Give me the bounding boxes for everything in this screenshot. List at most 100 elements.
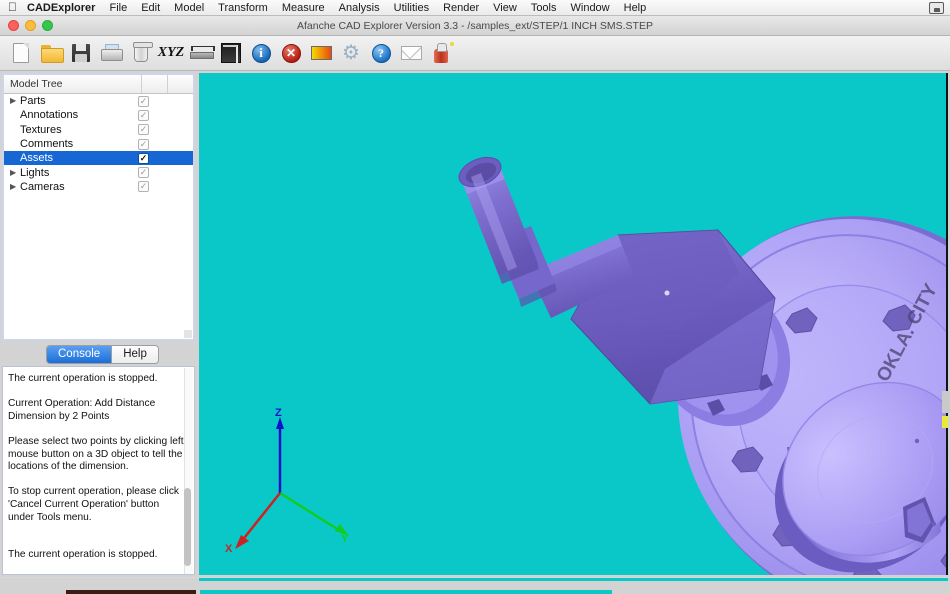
menu-item-help[interactable]: Help	[617, 0, 654, 16]
bottom-panel-tabs: Console Help	[46, 345, 159, 364]
open-folder-icon	[41, 45, 62, 61]
tree-item-label: Parts	[20, 95, 138, 107]
viewport-edge-highlight	[942, 416, 948, 428]
print-button[interactable]	[96, 38, 126, 68]
tree-item-cameras[interactable]: ▶ Cameras ✓	[4, 180, 193, 194]
menu-item-utilities[interactable]: Utilities	[387, 0, 436, 16]
main-content-area: Model Tree ▶ Parts ✓ Annotations ✓ Textu…	[0, 71, 950, 577]
tree-item-parts[interactable]: ▶ Parts ✓	[4, 94, 193, 108]
axis-label-y: Y	[341, 533, 349, 545]
console-output-text: The current operation is stopped. Curren…	[8, 373, 186, 575]
mail-button[interactable]	[396, 38, 426, 68]
axis-label-x: X	[225, 543, 233, 555]
tree-item-checkbox[interactable]: ✓	[138, 96, 149, 107]
menu-item-analysis[interactable]: Analysis	[332, 0, 387, 16]
console-scrollbar-track[interactable]	[184, 368, 193, 575]
3d-model-render[interactable]: OKLA. CITY INC.	[199, 73, 948, 575]
main-toolbar: XYZ i ✕ ⚙ ?	[0, 36, 950, 71]
tab-help[interactable]: Help	[111, 346, 158, 363]
menu-item-transform[interactable]: Transform	[211, 0, 275, 16]
tree-item-textures[interactable]: Textures ✓	[4, 123, 193, 137]
lighting-button[interactable]	[426, 38, 456, 68]
tree-item-label: Cameras	[20, 181, 138, 193]
tree-item-checkbox[interactable]: ✓	[138, 167, 149, 178]
model-tree-header-label: Model Tree	[4, 78, 141, 90]
apple-icon[interactable]: 	[8, 1, 17, 13]
envelope-icon	[401, 46, 422, 60]
panel-resize-handle[interactable]	[184, 330, 192, 338]
delete-button[interactable]	[126, 38, 156, 68]
save-button[interactable]	[66, 38, 96, 68]
background-color-button[interactable]	[306, 38, 336, 68]
menu-item-view[interactable]: View	[486, 0, 524, 16]
dimension-button[interactable]	[186, 38, 216, 68]
screen-share-icon[interactable]	[929, 2, 944, 14]
console-scrollbar-thumb[interactable]	[184, 488, 191, 566]
info-icon: i	[252, 44, 271, 63]
cancel-operation-button[interactable]: ✕	[276, 38, 306, 68]
left-side-panel: Model Tree ▶ Parts ✓ Annotations ✓ Textu…	[0, 71, 197, 577]
menu-item-render[interactable]: Render	[436, 0, 486, 16]
new-document-button[interactable]	[6, 38, 36, 68]
model-tree-header: Model Tree	[4, 75, 193, 94]
tree-item-label: Annotations	[20, 109, 138, 121]
xyz-icon: XYZ	[158, 45, 184, 61]
axis-gizmo: Z Y X	[225, 407, 349, 555]
menu-item-edit[interactable]: Edit	[134, 0, 167, 16]
settings-button[interactable]: ⚙	[336, 38, 366, 68]
tree-item-comments[interactable]: Comments ✓	[4, 137, 193, 151]
viewport-bottom-edge	[199, 578, 948, 581]
tree-item-checkbox[interactable]: ✓	[138, 124, 149, 135]
trash-can-icon	[134, 44, 148, 62]
question-mark-icon: ?	[372, 44, 391, 63]
tree-item-checkbox[interactable]: ✓	[138, 139, 149, 150]
chevron-right-icon[interactable]: ▶	[10, 97, 20, 105]
notification-badge	[450, 42, 454, 46]
window-title: Afanche CAD Explorer Version 3.3 - /samp…	[0, 20, 950, 32]
menu-item-tools[interactable]: Tools	[524, 0, 564, 16]
model-tree-column-divider-2[interactable]	[167, 75, 193, 93]
tree-item-checkbox[interactable]: ✓	[138, 110, 149, 121]
section-box-icon	[221, 43, 241, 63]
section-button[interactable]	[216, 38, 246, 68]
help-button[interactable]: ?	[366, 38, 396, 68]
open-file-button[interactable]	[36, 38, 66, 68]
tree-item-label: Assets	[20, 152, 138, 164]
tree-item-label: Textures	[20, 124, 138, 136]
tab-console[interactable]: Console	[47, 346, 111, 363]
tree-item-lights[interactable]: ▶ Lights ✓	[4, 165, 193, 179]
model-tree-column-divider-1[interactable]	[141, 75, 167, 93]
chevron-right-icon[interactable]: ▶	[10, 183, 20, 191]
coordinates-button[interactable]: XYZ	[156, 38, 186, 68]
menu-item-app-name[interactable]: CADExplorer	[27, 0, 102, 16]
info-button[interactable]: i	[246, 38, 276, 68]
menu-item-measure[interactable]: Measure	[275, 0, 332, 16]
new-document-icon	[13, 43, 29, 63]
menu-item-model[interactable]: Model	[167, 0, 211, 16]
tree-item-assets[interactable]: Assets ✓	[4, 151, 193, 165]
red-close-icon: ✕	[282, 44, 301, 63]
lighthouse-icon	[434, 43, 448, 63]
tree-item-label: Lights	[20, 167, 138, 179]
dock-edge-right	[200, 590, 612, 594]
console-panel[interactable]: The current operation is stopped. Curren…	[2, 366, 195, 575]
tree-item-checkbox[interactable]: ✓	[138, 181, 149, 192]
floppy-disk-icon	[72, 44, 90, 62]
axis-label-z: Z	[275, 407, 282, 419]
menu-item-window[interactable]: Window	[564, 0, 617, 16]
app-window: Afanche CAD Explorer Version 3.3 - /samp…	[0, 16, 950, 578]
tree-item-checkbox[interactable]: ✓	[138, 153, 149, 164]
tree-item-annotations[interactable]: Annotations ✓	[4, 108, 193, 122]
dock-edge-left	[66, 590, 196, 594]
menu-bar-status-items	[929, 2, 944, 14]
macos-menu-bar:  CADExplorer File Edit Model Transform …	[0, 0, 950, 16]
tree-item-label: Comments	[20, 138, 138, 150]
gear-icon: ⚙	[341, 43, 361, 63]
menu-item-file[interactable]: File	[102, 0, 134, 16]
3d-viewport[interactable]: OKLA. CITY INC.	[199, 73, 948, 575]
chevron-right-icon[interactable]: ▶	[10, 169, 20, 177]
ruler-dimension-icon	[190, 46, 212, 60]
window-title-bar: Afanche CAD Explorer Version 3.3 - /samp…	[0, 16, 950, 36]
gradient-swatch-icon	[311, 46, 332, 60]
printer-icon	[101, 44, 121, 62]
